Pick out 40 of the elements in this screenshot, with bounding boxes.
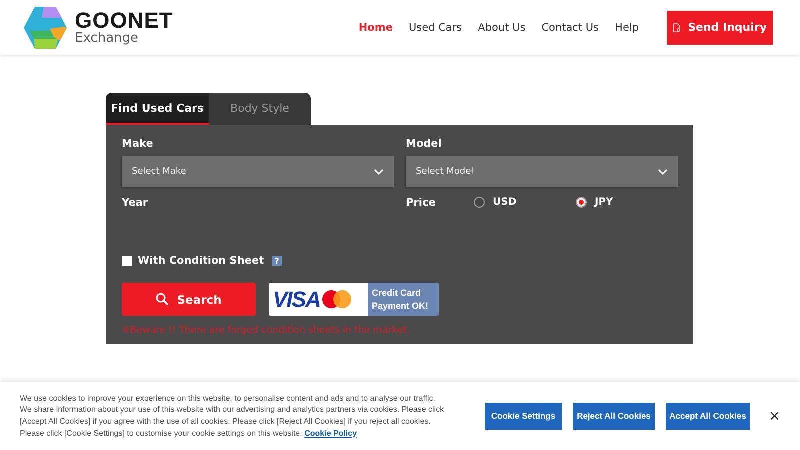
field-label: Model [406,138,443,150]
help-icon[interactable]: ? [272,256,282,266]
logo-icon [24,6,67,48]
nav-link[interactable]: Contact Us [542,22,600,34]
document-search-icon [673,20,682,34]
warning-text: ※Beware !! There are forged condition sheets in the market. [122,325,411,336]
select-field[interactable]: Select Make [122,156,394,187]
payment-note: Payment OK! [372,300,430,312]
cookie-policy-link[interactable]: Cookie Policy [304,428,358,438]
radio-button[interactable] [576,197,587,208]
logo-subtitle: Exchange [75,32,140,45]
cookie-button[interactable]: Accept All Cookies [666,402,750,430]
search-icon [156,293,170,306]
nav-link[interactable]: Used Cars [408,22,462,34]
logo-name: GOONET [75,10,174,32]
chevron-icon [658,168,668,174]
nav-link[interactable]: About Us [478,22,526,34]
cookie-button[interactable]: Cookie Settings [485,402,562,430]
close-button[interactable]: × [763,404,786,428]
field-label: Price [406,197,437,209]
radio-button[interactable] [474,197,485,208]
card-brand: VISA [273,286,320,312]
card-logo-icon [322,290,352,309]
radio-label: JPY [595,197,614,208]
nav-link[interactable]: Help [615,22,639,34]
checkbox-label: With Condition Sheet [138,255,264,267]
field-label: Year [122,197,148,209]
chevron-icon [374,168,384,174]
cookie-notice: We use cookies to improve your experience on this website, to personalise content and ads and to analyse our traffic. We share information about your use of this website with our advertising and analytics partners via cookies. Please click [Accept All Cookies] if you agree with the use of all cookies. Please click [Reject All Cookies] if you reject all cookies. Please click [Cookie Settings] to customise your cookie settings on this website. Cookie Policy [20,392,445,440]
select-field[interactable]: Select Model [406,156,678,187]
search-button[interactable]: Search [122,283,256,316]
payment-note: Credit Card [372,287,422,300]
tab[interactable]: Find Used Cars [106,93,209,125]
nav-link[interactable]: Home [358,22,393,34]
send-inquiry-button[interactable]: Send Inquiry [667,10,773,44]
field-label: Make [122,138,154,150]
checkbox[interactable] [122,256,132,266]
tab[interactable]: Body Style [209,93,311,125]
radio-label: USD [493,197,517,208]
cookie-button[interactable]: Reject All Cookies [573,402,655,430]
